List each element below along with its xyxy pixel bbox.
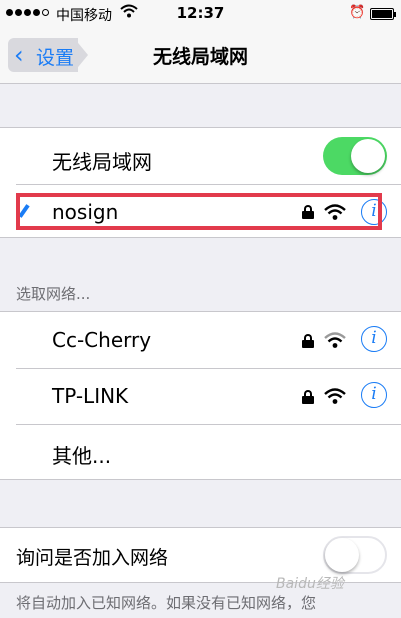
wifi-signal-full-icon: [324, 388, 346, 404]
ask-to-join-label: 询问是否加入网络: [16, 547, 169, 569]
choose-network-group: Cc-Cherry i TP-LINK i 其他...: [0, 311, 401, 480]
alarm-clock-icon: ⏰: [349, 5, 366, 20]
network-info-icon[interactable]: i: [361, 326, 387, 352]
wifi-signal-medium-icon: [324, 332, 346, 348]
network-name: Cc-Cherry: [52, 328, 152, 352]
highlight-annotation: [16, 193, 382, 230]
network-name: TP-LINK: [52, 384, 129, 408]
lock-icon: [302, 390, 314, 404]
row-separator: [16, 424, 401, 425]
ask-to-join-toggle[interactable]: [323, 536, 387, 574]
wifi-toggle-label: 无线局域网: [52, 150, 152, 174]
battery-full-icon: [370, 8, 394, 20]
page-title: 无线局域网: [152, 46, 248, 68]
choose-network-header: 选取网络...: [16, 285, 91, 303]
toggle-knob: [351, 139, 385, 173]
battery-tip: [394, 12, 396, 17]
ask-to-join-description: 将自动加入已知网络。如果没有已知网络，您: [16, 594, 317, 612]
status-time: 12:37: [176, 4, 225, 22]
other-network-button[interactable]: 其他...: [52, 440, 111, 469]
wifi-toggle[interactable]: [323, 137, 387, 175]
watermark-logo: Baidu经验: [276, 576, 344, 592]
row-separator: [16, 368, 401, 369]
lock-icon: [302, 334, 314, 348]
row-separator: [16, 184, 401, 185]
network-info-icon[interactable]: i: [361, 382, 387, 408]
toggle-knob: [325, 538, 359, 572]
